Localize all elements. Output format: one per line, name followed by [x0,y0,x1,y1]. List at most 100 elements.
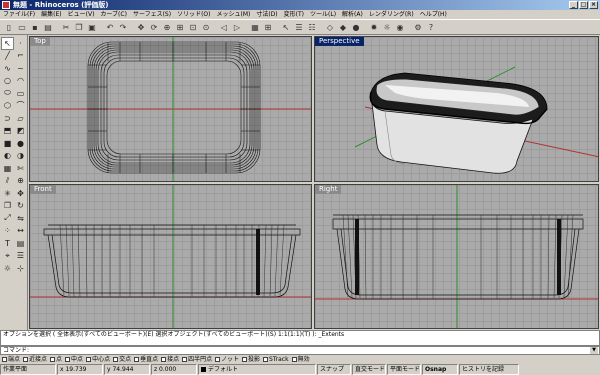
layer-icon[interactable]: ☰ [293,21,305,33]
maximize-button[interactable]: □ [579,1,588,9]
shaded-icon[interactable]: ◆ [337,21,349,33]
ellipse-icon[interactable]: ⬭ [1,87,14,100]
undo-icon[interactable]: ↶ [104,21,116,33]
menu-file[interactable]: ファイル(F) [3,10,35,19]
material-icon[interactable]: ◉ [394,21,406,33]
join-icon[interactable]: ⊕ [14,175,27,188]
curve-icon[interactable]: ∿ [1,62,14,75]
viewport-label-front[interactable]: Front [30,185,56,194]
minimize-button[interactable]: _ [569,1,578,9]
open-file-icon[interactable]: ▭ [16,21,28,33]
select-icon[interactable]: ↖ [280,21,292,33]
undo-view-icon[interactable]: ◁ [218,21,230,33]
checkbox-icon[interactable] [263,357,269,362]
menu-surface[interactable]: サーフェス(S) [133,10,171,19]
render-icon[interactable]: ☼ [381,21,393,33]
fillet-curve-icon[interactable]: ⌒ [14,100,27,113]
print-icon[interactable]: ▤ [42,21,54,33]
light-icon[interactable]: ✹ [368,21,380,33]
cut-icon[interactable]: ✂ [60,21,72,33]
menu-analyze[interactable]: 解析(A) [342,10,363,19]
rendered-icon[interactable]: ● [350,21,362,33]
rotate-icon[interactable]: ↻ [14,200,27,213]
status-record-history[interactable]: ヒストリを記録 [459,364,519,375]
zoom-icon[interactable]: ⊕ [161,21,173,33]
mirror-icon[interactable]: ⇋ [14,212,27,225]
move-icon[interactable]: ✥ [14,187,27,200]
line-icon[interactable]: ╱ [1,50,14,63]
point-icon[interactable]: · [14,37,27,50]
osnap-near[interactable]: 近接点 [23,355,47,364]
menu-render[interactable]: レンダリング(R) [369,10,414,19]
loft-icon[interactable]: ◩ [14,125,27,138]
polygon-icon[interactable]: ⬡ [1,100,14,113]
wireframe-icon[interactable]: ◇ [324,21,336,33]
split-icon[interactable]: ⫽ [1,175,14,188]
checkbox-icon[interactable] [86,357,92,362]
status-planar[interactable]: 平面モード [387,364,421,375]
hatch-icon[interactable]: ▤ [14,237,27,250]
checkbox-icon[interactable] [65,357,71,362]
array-icon[interactable]: ⁘ [1,225,14,238]
close-button[interactable]: × [589,1,598,9]
sphere-solid-icon[interactable]: ● [14,137,27,150]
freeform-curve-icon[interactable]: ~ [14,62,27,75]
copy-icon[interactable]: ❐ [73,21,85,33]
properties-icon[interactable]: ☷ [306,21,318,33]
viewport-right[interactable]: Right [314,184,599,329]
checkbox-icon[interactable] [215,357,221,362]
viewport-label-right[interactable]: Right [315,185,342,194]
status-osnap[interactable]: Osnap [422,364,458,375]
osnap-center[interactable]: 中心点 [86,355,110,364]
checkbox-icon[interactable] [291,357,297,362]
save-icon[interactable]: ▪ [29,21,41,33]
options-icon[interactable]: ⚙ [412,21,424,33]
menu-curve[interactable]: カーブ(C) [100,10,127,19]
menu-view[interactable]: ビュー(V) [68,10,95,19]
boolean-icon[interactable]: ◐ [1,150,14,163]
menu-transform[interactable]: 変形(T) [284,10,304,19]
checkbox-icon[interactable] [182,357,188,362]
osnap-strack[interactable]: STrack [263,355,289,364]
menu-solid[interactable]: ソリッド(O) [177,10,210,19]
checkbox-icon[interactable] [161,357,167,362]
osnap-knot[interactable]: ノット [215,355,239,364]
status-ortho[interactable]: 直交モード [352,364,386,375]
grid-snap-icon[interactable]: ⊹ [14,262,27,275]
analyze-icon[interactable]: ⌖ [1,250,14,263]
dimension-icon[interactable]: ↔ [14,225,27,238]
pan-icon[interactable]: ✥ [135,21,147,33]
redo-icon[interactable]: ↷ [117,21,129,33]
trim-icon[interactable]: ✄ [14,162,27,175]
select-arrow-icon[interactable]: ↖ [1,37,14,50]
offset-curve-icon[interactable]: ⊃ [1,112,14,125]
cplane-icon[interactable]: ▦ [249,21,261,33]
checkbox-icon[interactable] [23,357,29,362]
command-history-dropdown-icon[interactable]: ▼ [590,347,598,354]
rectangle-icon[interactable]: ▭ [14,87,27,100]
menu-edit[interactable]: 編集(E) [41,10,61,19]
zoom-window-icon[interactable]: ⊞ [174,21,186,33]
four-view-icon[interactable]: ⊞ [262,21,274,33]
osnap-project[interactable]: 投影 [242,355,260,364]
viewport-front[interactable]: Front [29,184,312,329]
layer-tool-icon[interactable]: ☰ [14,250,27,263]
osnap-mid[interactable]: 中点 [65,355,83,364]
zoom-selected-icon[interactable]: ⊙ [200,21,212,33]
text-icon[interactable]: T [1,237,14,250]
explode-icon[interactable]: ✳ [1,187,14,200]
rhino-app-icon[interactable] [2,1,10,9]
osnap-tangent[interactable]: 接点 [161,355,179,364]
viewport-label-perspective[interactable]: Perspective [315,37,364,46]
surface-icon[interactable]: ▱ [14,112,27,125]
fillet-edge-icon[interactable]: ◑ [14,150,27,163]
status-cplane[interactable]: 作業平面 [0,364,56,375]
osnap-disable[interactable]: 無効 [291,355,310,364]
paste-icon[interactable]: ▣ [86,21,98,33]
osnap-perpendicular[interactable]: 垂直点 [134,355,158,364]
menu-dimension[interactable]: 寸法(D) [256,10,277,19]
scale-icon[interactable]: ⤢ [1,212,14,225]
viewport-label-top[interactable]: Top [30,37,50,46]
osnap-quadrant[interactable]: 四半円点 [182,355,212,364]
render-tool-icon[interactable]: ☼ [1,262,14,275]
